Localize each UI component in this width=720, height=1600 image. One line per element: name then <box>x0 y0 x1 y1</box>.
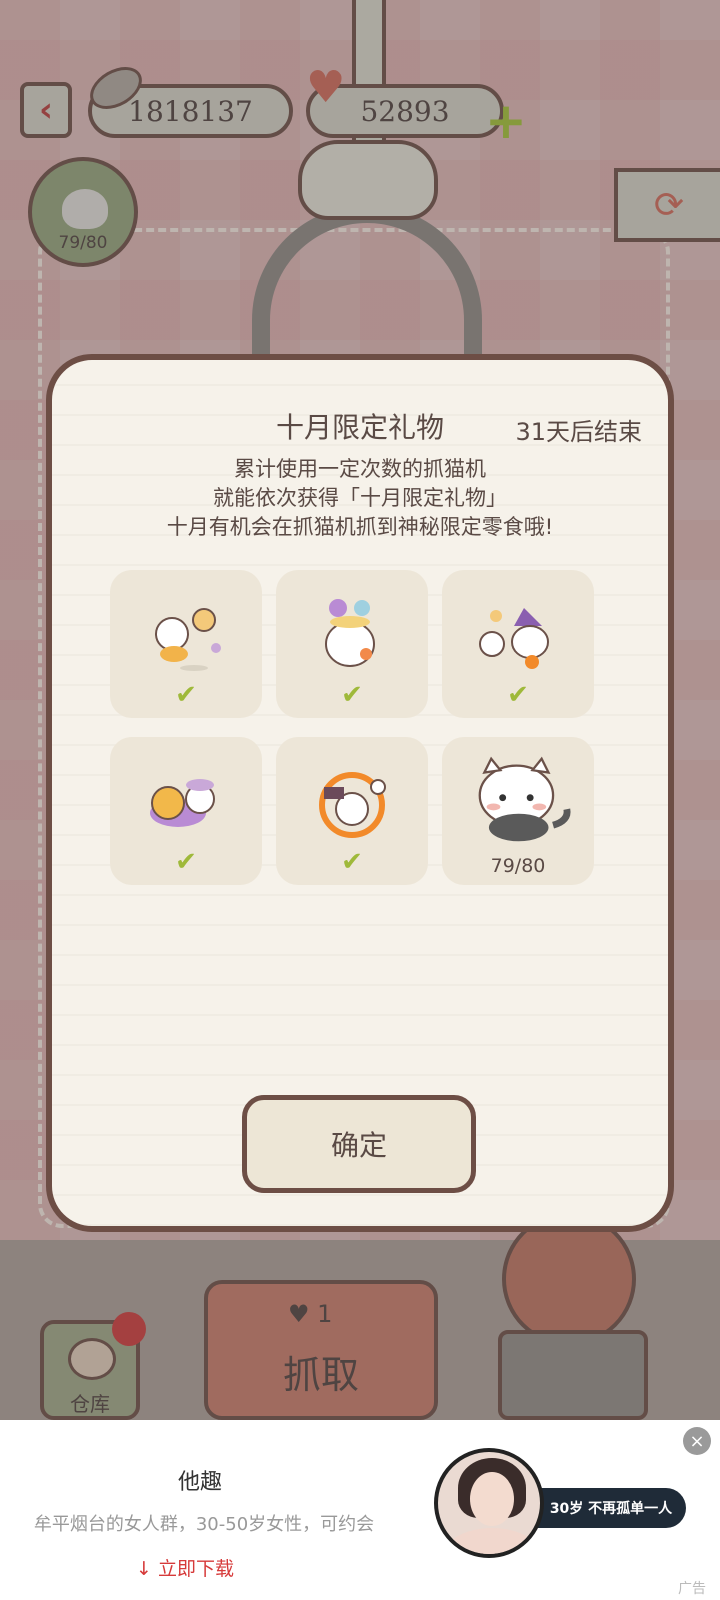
october-gift-dialog: 十月限定礼物 31天后结束 累计使用一定次数的抓猫机 就能依次获得「十月限定礼物… <box>46 354 674 1232</box>
gift-card[interactable]: ✔ <box>276 570 428 718</box>
description-line: 就能依次获得「十月限定礼物」 <box>213 486 507 510</box>
gift-card-locked[interactable]: 79/80 <box>442 737 594 885</box>
ad-title: 他趣 <box>177 1470 222 1495</box>
ad-download-link[interactable]: ↓ 立即下载 <box>136 1554 234 1581</box>
gift-card[interactable]: ✔ <box>110 737 262 885</box>
gift-card[interactable]: ✔ <box>442 570 594 718</box>
dialog-description: 累计使用一定次数的抓猫机 就能依次获得「十月限定礼物」 十月有机会在抓猫机抓到神… <box>52 455 668 542</box>
ad-banner[interactable]: 他趣 牟平烟台的女人群，30-50岁女性，可约会 ↓ 立即下载 30岁 不再孤单… <box>0 1420 720 1600</box>
collected-check-icon: ✔ <box>175 847 197 877</box>
candy-cat-icon <box>155 608 221 671</box>
close-icon[interactable]: × <box>683 1427 711 1455</box>
witch-ghost-icon <box>479 608 549 669</box>
collected-check-icon: ✔ <box>341 847 363 877</box>
ad-avatar <box>434 1448 544 1558</box>
collected-check-icon: ✔ <box>507 680 529 710</box>
gift-card[interactable]: ✔ <box>276 737 428 885</box>
ad-label: 广告 <box>678 1581 706 1597</box>
gift-progress-count: 79/80 <box>490 855 546 877</box>
cookie-cat-icon <box>150 779 215 827</box>
ad-tagline: 30岁 不再孤单一人 <box>536 1488 686 1528</box>
description-line: 十月有机会在抓猫机抓到神秘限定零食哦! <box>166 515 554 539</box>
confirm-button[interactable]: 确定 <box>242 1095 476 1193</box>
gift-card[interactable]: ✔ <box>110 570 262 718</box>
ad-description: 牟平烟台的女人群，30-50岁女性，可约会 <box>33 1514 375 1535</box>
sad-cat-icon <box>478 756 571 842</box>
lollipop-ghost-icon <box>325 599 375 667</box>
dialog-deadline: 31天后结束 <box>515 418 642 446</box>
collected-check-icon: ✔ <box>341 680 363 710</box>
pumpkin-bunny-icon <box>319 772 386 838</box>
collected-check-icon: ✔ <box>175 680 197 710</box>
download-arrow-icon: ↓ <box>136 1558 152 1580</box>
ad-download-label: 立即下载 <box>157 1558 234 1580</box>
description-line: 累计使用一定次数的抓猫机 <box>234 457 486 481</box>
